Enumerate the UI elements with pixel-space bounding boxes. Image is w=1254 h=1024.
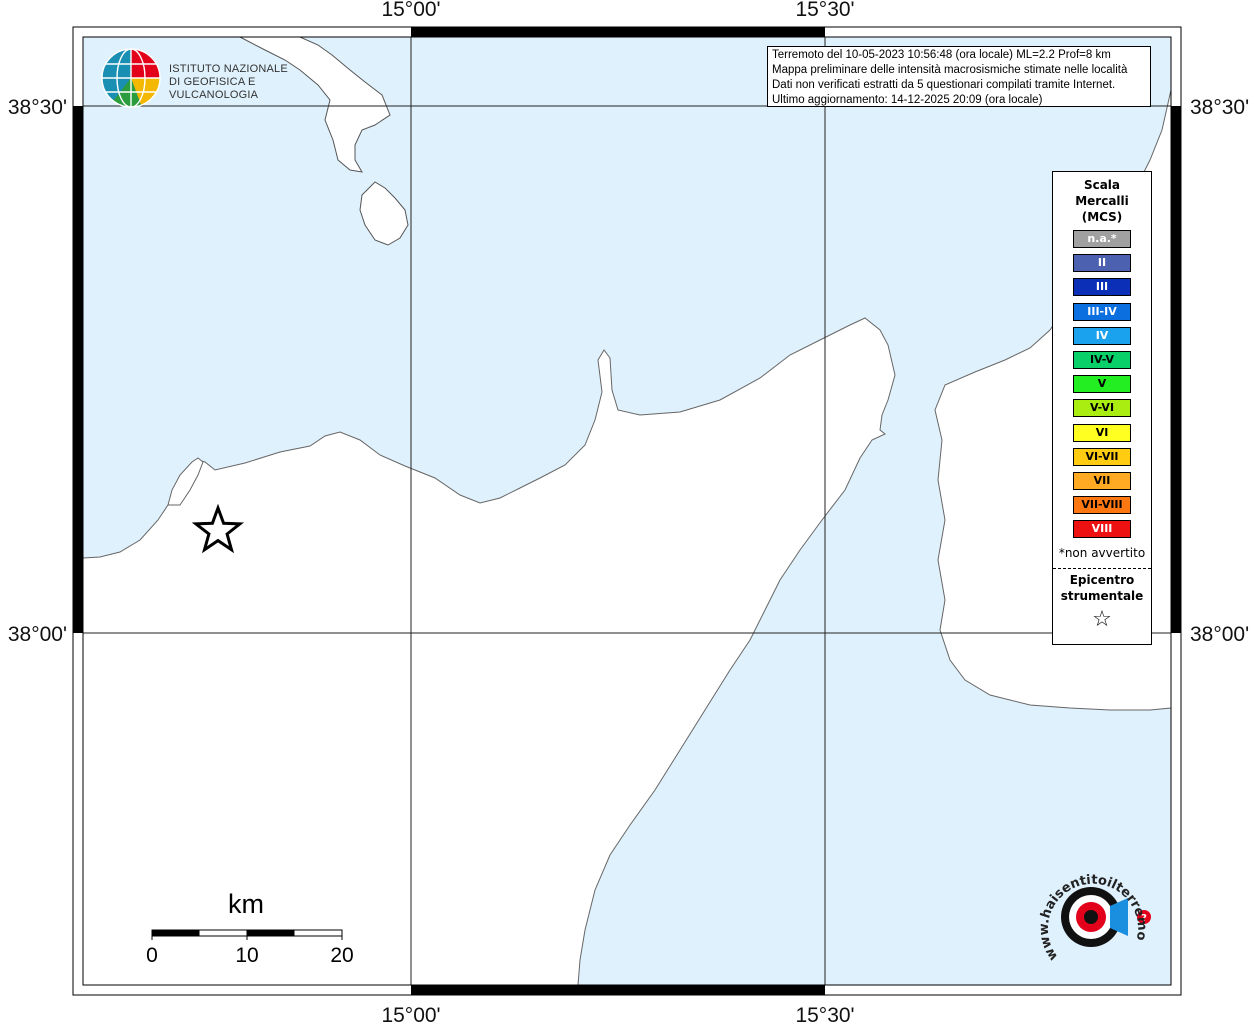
event-info-line2: Mappa preliminare delle intensità macros… (772, 64, 1128, 76)
legend-item-1: II (1073, 254, 1131, 273)
scale-label-20: 20 (330, 944, 353, 967)
legend-star-icon: ☆ (1092, 607, 1112, 632)
legend-note: *non avvertito (1058, 546, 1146, 560)
ingv-name-line1: ISTITUTO NAZIONALE (169, 63, 288, 75)
legend-item-3: III-IV (1073, 302, 1131, 321)
event-info-line3: Dati non verificati estratti da 5 questi… (772, 79, 1116, 91)
ingv-logo: ISTITUTO NAZIONALE DI GEOFISICA E VULCAN… (101, 47, 331, 109)
mcs-legend: Scala Mercalli (MCS) n.a.* II III III-IV IV I… (1052, 171, 1152, 645)
legend-item-2: III (1073, 278, 1131, 297)
legend-item-8: VI (1073, 423, 1131, 442)
legend-item-9: VI-VII (1073, 447, 1131, 466)
legend-item-5: IV-V (1073, 351, 1131, 369)
legend-item-7: V-VI (1073, 399, 1131, 418)
event-info-box: Terremoto del 10-05-2023 10:56:48 (ora l… (767, 46, 1151, 107)
lat-label-right-1: 38°30' (1190, 96, 1249, 119)
lat-label-left-2: 38°00' (8, 623, 67, 646)
legend-title-3: (MCS) (1081, 210, 1123, 224)
legend-item-6: V (1073, 375, 1131, 394)
globe-icon (101, 48, 161, 108)
ingv-name-line2: DI GEOFISICA E VULCANOLOGIA (169, 76, 259, 101)
legend-item-12: VIII (1073, 520, 1131, 539)
lat-label-left-1: 38°30' (8, 96, 67, 119)
scale-unit: km (228, 889, 264, 919)
legend-item-4: IV (1073, 326, 1131, 345)
legend-title-1: Scala (1083, 178, 1121, 192)
event-info-line1: Terremoto del 10-05-2023 10:56:48 (ora l… (772, 49, 1111, 61)
legend-epicenter-2: strumentale (1060, 589, 1144, 603)
scale-label-10: 10 (235, 944, 258, 967)
event-info-line4: Ultimo aggiornamento: 14-12-2025 20:09 (… (772, 94, 1043, 106)
lon-label-top-2: 15°30' (795, 0, 854, 21)
lon-label-bottom-1: 15°00' (381, 1004, 440, 1024)
lon-label-top-1: 15°00' (381, 0, 440, 21)
legend-item-0: n.a.* (1073, 230, 1131, 248)
legend-divider (1053, 568, 1151, 569)
legend-item-10: VII (1073, 472, 1131, 490)
lon-label-bottom-2: 15°30' (795, 1004, 854, 1024)
legend-epicenter-1: Epicentro (1069, 573, 1135, 587)
legend-item-11: VII-VIII (1073, 496, 1131, 515)
haisentito-logo: ? www.haisentitoilterremoto.it (1024, 851, 1158, 972)
legend-title-2: Mercalli (1075, 194, 1129, 208)
lat-label-right-2: 38°00' (1190, 623, 1249, 646)
scale-label-0: 0 (146, 944, 158, 967)
